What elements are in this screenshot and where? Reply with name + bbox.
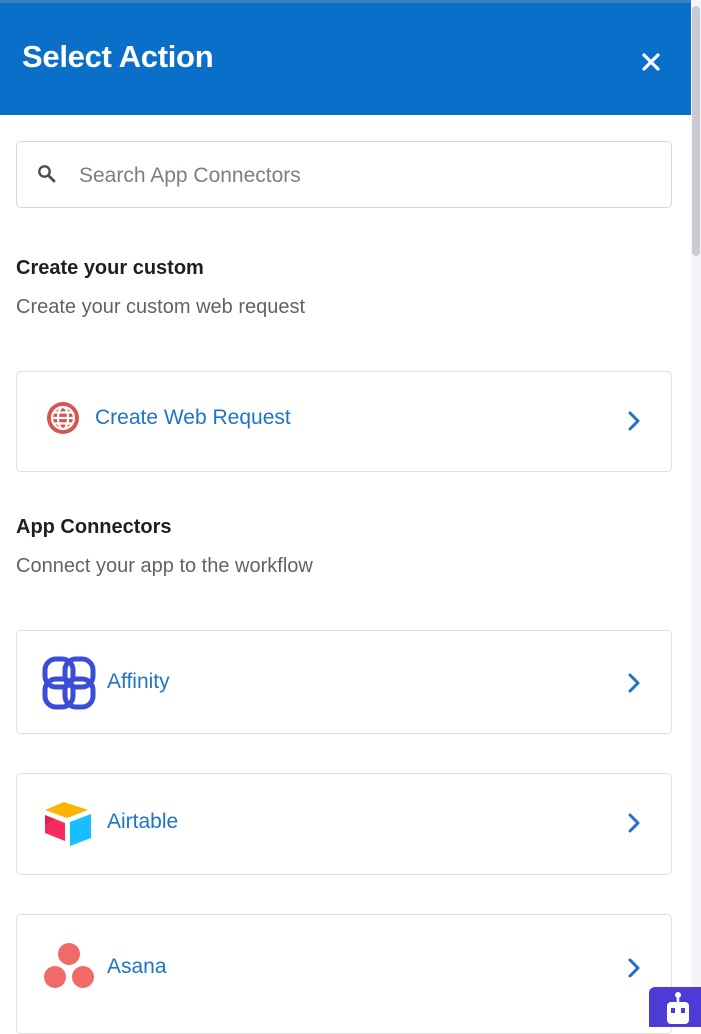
connector-item-airtable[interactable]: Airtable — [16, 773, 672, 875]
create-web-request-card[interactable]: Create Web Request — [16, 371, 672, 472]
dialog-title: Select Action — [22, 39, 214, 74]
search-icon — [38, 165, 56, 183]
search-box[interactable] — [16, 141, 672, 208]
dialog-header: Select Action — [0, 0, 691, 115]
connector-item-affinity[interactable]: Affinity — [16, 630, 672, 734]
connector-label-airtable: Airtable — [107, 810, 179, 833]
asana-logo-icon — [44, 943, 94, 988]
chevron-right-icon — [628, 958, 640, 978]
chevron-right-icon — [628, 411, 640, 431]
custom-section-subtitle: Create your custom web request — [16, 296, 306, 318]
airtable-logo-icon — [45, 802, 91, 846]
chevron-right-icon — [628, 673, 640, 693]
connectors-section-subtitle: Connect your app to the workflow — [16, 555, 313, 577]
chevron-right-icon — [628, 813, 640, 833]
robot-icon — [667, 992, 689, 1024]
connector-label-asana: Asana — [107, 955, 167, 978]
scrollbar-thumb[interactable] — [692, 6, 700, 256]
search-input[interactable] — [77, 152, 661, 200]
custom-section-title: Create your custom — [16, 257, 204, 279]
affinity-logo-icon — [42, 656, 96, 710]
chat-bot-button[interactable] — [649, 987, 701, 1027]
connector-label-affinity: Affinity — [107, 670, 170, 693]
connector-item-asana[interactable]: Asana — [16, 914, 672, 1034]
create-web-request-label: Create Web Request — [95, 406, 291, 429]
close-icon — [642, 53, 660, 71]
connectors-section-title: App Connectors — [16, 516, 172, 538]
globe-icon — [47, 402, 79, 434]
close-button[interactable] — [632, 43, 670, 81]
